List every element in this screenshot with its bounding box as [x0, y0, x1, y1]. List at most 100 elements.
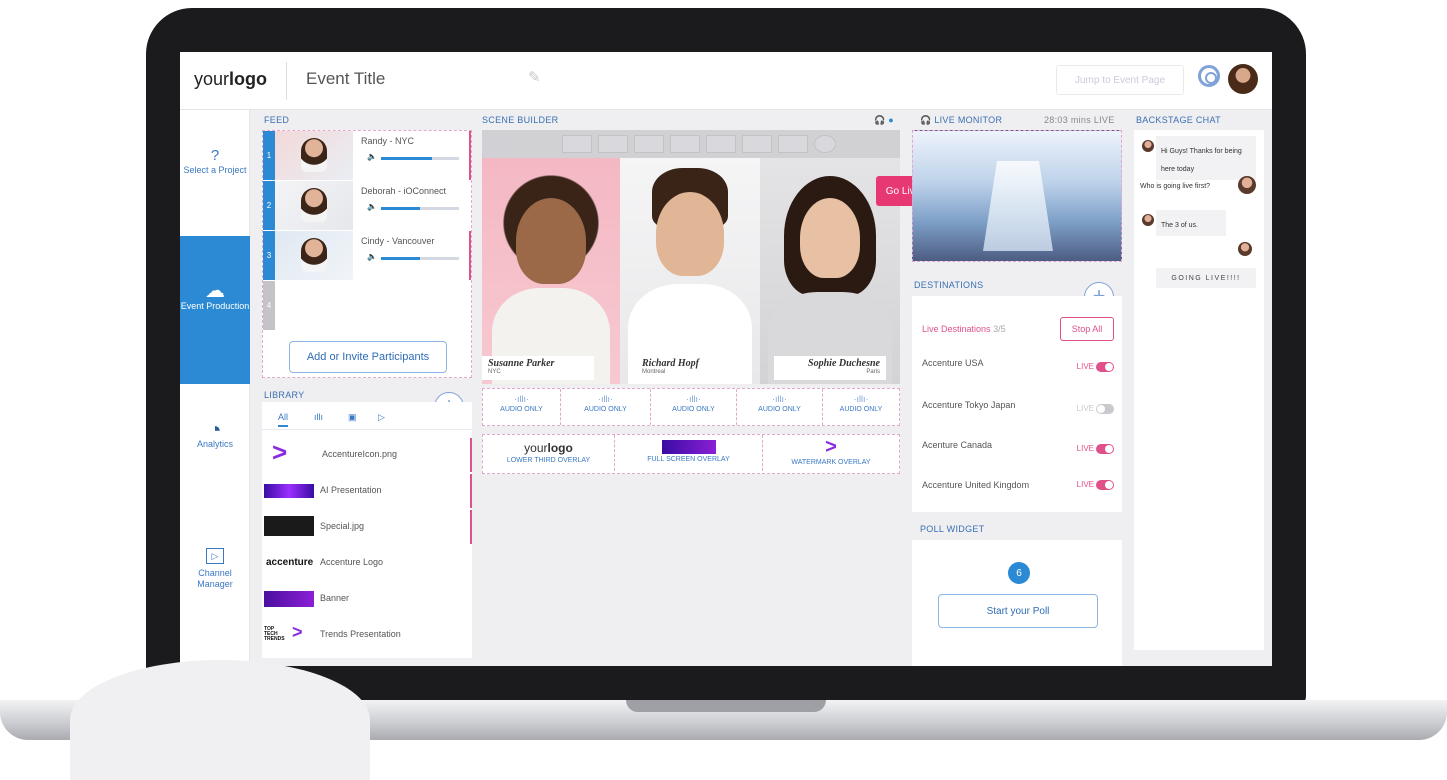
toggle-switch[interactable] [1096, 404, 1114, 414]
top-tech-trends-thumbnail: TOP TECH TRENDS [264, 626, 285, 642]
image-filter-icon[interactable]: ▣ [348, 412, 357, 423]
feed-panel: 1 Randy - NYC 🔈 2 Deborah - iOConnect 🔈 … [262, 130, 472, 378]
feed-thumbnail [275, 181, 353, 230]
layout-single-icon[interactable] [562, 135, 592, 153]
watermark-overlay-button[interactable]: > WATERMARK OVERLAY [763, 435, 899, 471]
poll-widget-heading: POLL WIDGET [920, 524, 985, 534]
start-poll-button[interactable]: Start your Poll [938, 594, 1098, 628]
audio-only-button[interactable]: ·ıllı· AUDIO ONLY [823, 389, 899, 425]
invite-participants-button[interactable]: Add or Invite Participants [289, 341, 447, 373]
speaker-icon[interactable]: 🔈 [367, 252, 377, 261]
library-item[interactable]: AI Presentation [262, 474, 472, 508]
user-avatar[interactable] [1228, 64, 1258, 94]
overlay-label: WATERMARK OVERLAY [791, 459, 871, 466]
library-item-name: AccentureIcon.png [322, 449, 398, 459]
audio-only-button[interactable]: ·ıllı· AUDIO ONLY [561, 389, 651, 425]
audio-wave-icon: ·ıllı· [598, 394, 613, 404]
audio-wave-icon: ·ıllı· [772, 394, 787, 404]
nav-select-project[interactable]: ? Select a Project [180, 148, 250, 176]
feed-number: 1 [263, 131, 275, 180]
chat-avatar [1238, 176, 1256, 194]
toggle-switch[interactable] [1096, 362, 1114, 372]
speaker-icon[interactable]: 🔈 [367, 202, 377, 211]
live-toggle[interactable]: LIVE [1077, 444, 1114, 454]
event-title[interactable]: Event Title [306, 69, 385, 89]
full-screen-overlay-button[interactable]: FULL SCREEN OVERLAY [615, 435, 763, 471]
audio-wave-icon: ·ıllı· [853, 394, 869, 404]
monitor-corridor [983, 161, 1053, 251]
library-item-indicator [470, 510, 472, 544]
toggle-switch[interactable] [1096, 444, 1114, 454]
library-item-name: AI Presentation [320, 485, 382, 495]
library-item[interactable]: TOP TECH TRENDS > Trends Presentation [262, 618, 470, 652]
destination-name: Accenture Tokyo Japan [922, 400, 1016, 410]
volume-slider[interactable] [381, 257, 459, 260]
feed-number: 3 [263, 231, 275, 280]
live-toggle[interactable]: LIVE [1077, 404, 1114, 414]
audio-filter-icon[interactable]: ıllı [314, 412, 323, 422]
chat-avatar [1238, 242, 1252, 256]
feed-row[interactable]: 4 [263, 281, 471, 330]
overlay-thumbnail [661, 440, 716, 454]
audio-only-label: AUDIO ONLY [500, 406, 543, 413]
library-item[interactable]: > AccentureIcon.png [262, 438, 472, 472]
layout-toolbar [482, 130, 900, 158]
tab-all[interactable]: All [278, 412, 289, 427]
cloud-play-icon: ☁ [205, 280, 225, 302]
monitor-audio-toggle[interactable]: 🎧 ● [874, 115, 894, 126]
nav-analytics[interactable]: ◔ Analytics [180, 419, 250, 450]
edit-pencil-icon[interactable]: ✎ [528, 68, 541, 86]
audio-only-button[interactable]: ·ıllı· AUDIO ONLY [483, 389, 561, 425]
volume-fill [381, 207, 420, 210]
stop-all-button[interactable]: Stop All [1060, 317, 1114, 341]
feed-number: 2 [263, 181, 275, 230]
scene-panel[interactable]: Susanne Parker NYC [482, 158, 620, 384]
library-item[interactable]: Banner [262, 582, 470, 616]
destination-row: Accenture Tokyo Japan LIVE [922, 400, 1114, 414]
laptop-notch [626, 700, 826, 712]
participant-location: Paris [866, 369, 880, 375]
library-item[interactable]: accenture Accenture Logo [262, 546, 470, 580]
lower-third-overlay-button[interactable]: yourlogo LOWER THIRD OVERLAY [483, 435, 615, 471]
library-item-name: Trends Presentation [320, 629, 401, 639]
layout-triple-icon[interactable] [634, 135, 664, 153]
feed-row[interactable]: 3 Cindy - Vancouver 🔈 [263, 231, 471, 280]
overlay-label: FULL SCREEN OVERLAY [647, 456, 730, 463]
participant-location: Montreal [642, 369, 666, 375]
audio-only-button[interactable]: ·ıllı· AUDIO ONLY [651, 389, 737, 425]
layout-split-icon[interactable] [598, 135, 628, 153]
volume-slider[interactable] [381, 157, 459, 160]
jump-to-event-page-button[interactable]: Jump to Event Page [1056, 65, 1184, 95]
destination-name: Acenture Canada [922, 440, 993, 450]
destinations-panel: Live Destinations 3/5 Stop All Accenture… [912, 296, 1122, 512]
app-logo[interactable]: yourlogo [194, 69, 267, 90]
scene-canvas[interactable]: Susanne Parker NYC Richard Hopf Montreal… [482, 130, 900, 384]
settings-gear-icon[interactable] [1198, 65, 1220, 87]
toggle-switch[interactable] [1096, 480, 1114, 490]
live-toggle[interactable]: LIVE [1077, 480, 1114, 490]
audio-only-button[interactable]: ·ıllı· AUDIO ONLY [737, 389, 823, 425]
speaker-icon[interactable]: 🔈 [367, 152, 377, 161]
scene-panel[interactable]: Richard Hopf Montreal [620, 158, 760, 384]
library-tabs: All ıllı ▣ ▷ [262, 410, 472, 430]
feed-participant-name: Randy - NYC [361, 136, 415, 146]
library-panel: All ıllı ▣ ▷ > AccentureIcon.png AI Pres… [262, 402, 472, 658]
backstage-chat-panel: Hi Guys! Thanks for being here today Who… [1134, 130, 1264, 650]
play-square-icon: ▷ [206, 548, 224, 564]
live-toggle[interactable]: LIVE [1077, 362, 1114, 372]
layout-sidebar-icon[interactable] [742, 135, 772, 153]
volume-slider[interactable] [381, 207, 459, 210]
going-live-message: GOING LIVE!!!! [1156, 268, 1256, 288]
layout-settings-icon[interactable] [814, 135, 836, 153]
nav-channel-manager[interactable]: ▷ Channel Manager [180, 548, 250, 590]
video-filter-icon[interactable]: ▷ [378, 412, 385, 423]
feed-row[interactable]: 1 Randy - NYC 🔈 [263, 131, 471, 180]
library-item[interactable]: Special.jpg [262, 510, 472, 544]
layout-grid-icon[interactable] [670, 135, 700, 153]
layout-corner-icon[interactable] [778, 135, 808, 153]
nav-event-production[interactable]: ☁ Event Production [180, 236, 250, 384]
accenture-chevron-icon: > [825, 436, 837, 458]
feed-row[interactable]: 2 Deborah - iOConnect 🔈 [263, 181, 471, 230]
feed-active-indicator [469, 131, 471, 180]
layout-pip-icon[interactable] [706, 135, 736, 153]
